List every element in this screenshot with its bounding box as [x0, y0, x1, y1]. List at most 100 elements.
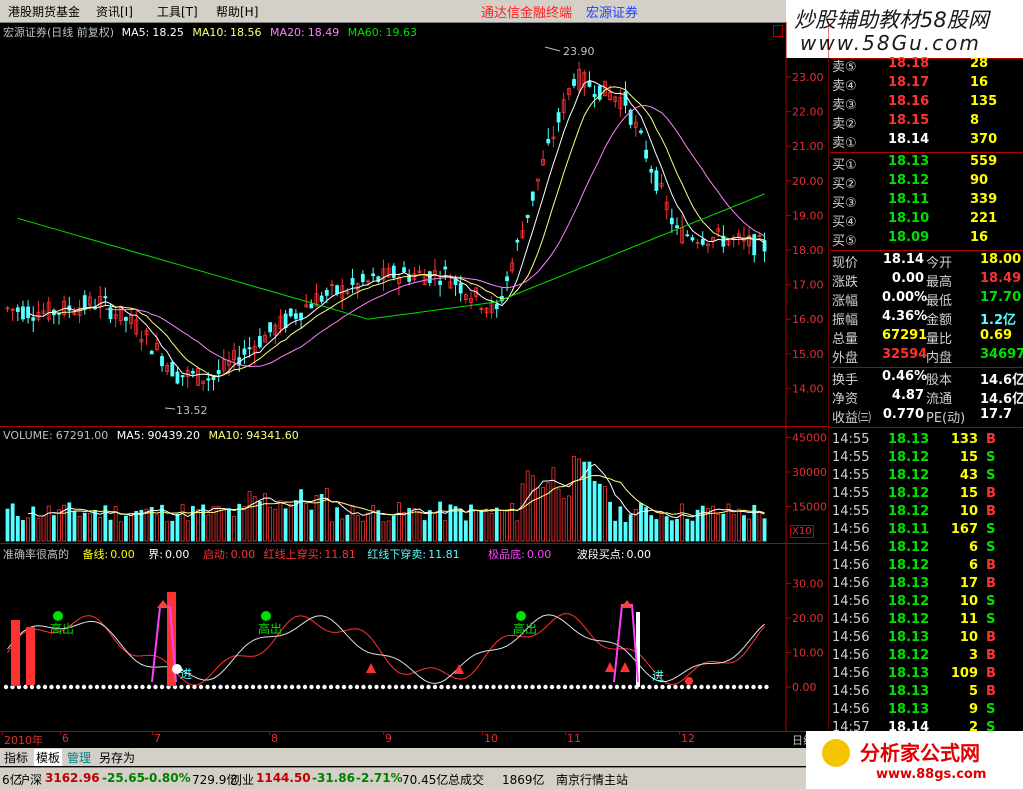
quote-row[interactable]: 振幅 4.36% 金额 1.2亿	[830, 309, 1023, 328]
bid-label: 买⑤	[832, 234, 857, 249]
trade-tick-row[interactable]: 14:56 18.12 10 S	[830, 594, 1023, 613]
bid-volume: 559	[970, 154, 998, 169]
quote-row[interactable]: 现价 18.14 今开 18.00	[830, 252, 1023, 271]
baseline-dot	[439, 684, 444, 690]
tick-volume: 10	[959, 504, 978, 519]
signal-bar	[26, 627, 35, 685]
x-axis-tick	[383, 731, 384, 735]
trade-tick-row[interactable]: 14:56 18.13 109 B	[830, 666, 1023, 685]
price-tick-label: 23.00	[792, 71, 824, 84]
volume-bar	[324, 487, 329, 542]
bid-label: 买④	[832, 215, 857, 230]
tick-side: B	[986, 486, 996, 501]
trade-tick-row[interactable]: 14:56 18.12 6 B	[830, 558, 1023, 577]
baseline-dot	[283, 684, 288, 690]
baseline-dot	[49, 684, 54, 690]
bid-row[interactable]: 买② 18.12 90	[830, 173, 1023, 192]
quote-label: 总量	[832, 332, 859, 347]
trade-tick-row[interactable]: 14:56 18.12 6 S	[830, 540, 1023, 559]
price-tick-label: 16.00	[792, 313, 824, 326]
trade-tick-row[interactable]: 14:56 18.13 17 B	[830, 576, 1023, 595]
price-tick-label: 17.00	[792, 279, 824, 292]
volume-bar	[700, 505, 705, 542]
ask-row[interactable]: 卖① 18.14 370	[830, 132, 1023, 151]
baseline-dot	[374, 684, 379, 690]
chart-canvas[interactable]: 23.00 22.00 21.00 20.00 19.00 18.00 17.00 16.00…	[0, 22, 829, 731]
status-sh-change: -25.65	[102, 771, 145, 785]
candle-body	[690, 237, 695, 241]
trade-tick-row[interactable]: 14:55 18.12 15 S	[830, 450, 1023, 469]
trade-tick-row[interactable]: 14:56 18.13 5 B	[830, 684, 1023, 703]
volume-bar	[525, 470, 530, 542]
trade-tick-row[interactable]: 14:55 18.12 15 B	[830, 486, 1023, 505]
baseline-dot	[81, 684, 87, 690]
quote-row[interactable]: 总量 67291 量比 0.69	[830, 328, 1023, 347]
quote-row[interactable]: 收益㈢ 0.770 PE(动) 17.7	[830, 407, 1023, 426]
volume-bar	[196, 509, 200, 542]
candle-body	[458, 283, 463, 294]
status-index-name[interactable]: 沪深	[18, 771, 42, 788]
candle-body	[391, 265, 396, 278]
tab-save-as[interactable]: 另存为	[99, 749, 135, 766]
quote-row[interactable]: 换手 0.46% 股本 14.6亿	[830, 369, 1023, 388]
candle-body	[360, 273, 365, 283]
trade-tick-row[interactable]: 14:56 18.13 9 S	[830, 702, 1023, 721]
tab-indicator[interactable]: 指标	[4, 749, 28, 766]
baseline-dot	[276, 684, 282, 690]
bid-row[interactable]: 买⑤ 18.09 16	[830, 230, 1023, 249]
quote-value: 0.46%	[882, 369, 928, 384]
bid-row[interactable]: 买④ 18.10 221	[830, 211, 1023, 230]
volume-bar	[350, 505, 355, 542]
ask-row[interactable]: 卖③ 18.16 135	[830, 94, 1023, 113]
baseline-dot	[406, 684, 412, 690]
quote-row[interactable]: 涨幅 0.00% 最低 17.70	[830, 290, 1023, 309]
trade-tick-row[interactable]: 14:56 18.11 167 S	[830, 522, 1023, 541]
menu-news[interactable]: 资讯[I]	[96, 3, 133, 20]
trade-tick-row[interactable]: 14:56 18.12 11 S	[830, 612, 1023, 631]
baseline-dot	[159, 684, 165, 690]
volume-bar	[118, 521, 123, 542]
quote-label: 流通	[926, 392, 953, 407]
tick-side: B	[986, 648, 996, 663]
tab-template[interactable]: 模板	[34, 749, 63, 766]
status-gem-name[interactable]: 创业	[230, 771, 254, 788]
quote-row[interactable]: 外盘 32594 内盘 34697	[830, 347, 1023, 366]
menu-hk-futures[interactable]: 港股期货基金	[8, 3, 80, 20]
status-gem-change: -31.86	[312, 771, 355, 785]
volume-bar	[201, 504, 206, 542]
quote-row[interactable]: 净资 4.87 流通 14.6亿	[830, 388, 1023, 407]
status-server[interactable]: 南京行情主站	[556, 771, 628, 788]
buy-arrow-icon	[454, 664, 464, 674]
candle-body	[180, 375, 185, 378]
menu-help[interactable]: 帮助[H]	[216, 3, 258, 20]
trade-tick-row[interactable]: 14:56 18.13 10 B	[830, 630, 1023, 649]
menu-tools[interactable]: 工具[T]	[157, 3, 198, 20]
volume-bar	[57, 509, 61, 542]
quote-label: 今开	[926, 256, 953, 271]
candle-body	[324, 289, 329, 296]
ask-row[interactable]: 卖⑤ 18.18 28	[830, 56, 1023, 75]
volume-bar	[561, 498, 566, 542]
ask-row[interactable]: 卖④ 18.17 16	[830, 75, 1023, 94]
trade-tick-row[interactable]: 14:55 18.13 133 B	[830, 432, 1023, 451]
baseline-dot	[185, 684, 191, 690]
volume-bar	[458, 509, 463, 542]
baseline-dot	[543, 684, 548, 690]
bid-row[interactable]: 买① 18.13 559	[830, 154, 1023, 173]
tab-manage[interactable]: 管理	[67, 749, 91, 766]
ask-row[interactable]: 卖② 18.15 8	[830, 113, 1023, 132]
baseline-dot	[133, 684, 139, 690]
quote-row[interactable]: 涨跌 0.00 最高 18.49	[830, 271, 1023, 290]
trade-tick-row[interactable]: 14:55 18.12 10 B	[830, 504, 1023, 523]
bid-row[interactable]: 买③ 18.11 339	[830, 192, 1023, 211]
volume-bar	[551, 467, 556, 542]
baseline-dot	[640, 684, 646, 690]
candle-body	[216, 369, 221, 375]
quote-label: 内盘	[926, 351, 953, 366]
bid-label: 买③	[832, 196, 857, 211]
baseline-dot	[731, 684, 737, 690]
quote-value: 1.2亿	[980, 313, 1017, 328]
trade-tick-row[interactable]: 14:55 18.12 43 S	[830, 468, 1023, 487]
trade-tick-row[interactable]: 14:56 18.12 3 B	[830, 648, 1023, 667]
tick-time: 14:56	[832, 522, 870, 537]
